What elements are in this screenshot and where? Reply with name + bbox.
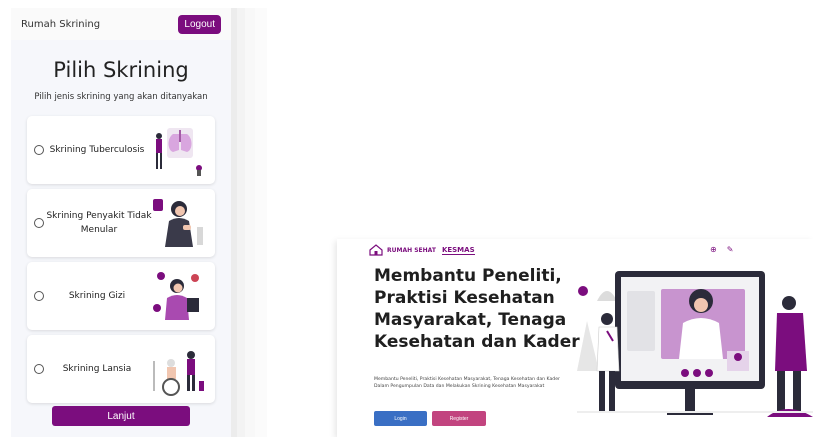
woman-food-illustration xyxy=(153,272,199,320)
hero-title: Membantu Peneliti, Praktisi Kesehatan Ma… xyxy=(374,266,580,352)
option-label: Skrining Penyakit Tidak Menular xyxy=(46,211,152,235)
nav-icons: ⊕ ✎ xyxy=(710,245,733,254)
option-card-tuberculosis[interactable]: Skrining Tuberculosis xyxy=(27,116,215,184)
mobile-topbar: Rumah Skrining Logout xyxy=(11,8,231,40)
desktop-navbar: RUMAH SEHAT KESMAS ⊕ ✎ xyxy=(337,239,813,261)
telehealth-illustration xyxy=(577,271,813,417)
lungs-doctor-illustration xyxy=(156,128,202,176)
option-card-ptm[interactable]: Skrining Penyakit Tidak Menular xyxy=(27,189,215,257)
hero-description: Membantu Peneliti, Praktisi Kesehatan Ma… xyxy=(374,377,560,389)
option-card-lansia[interactable]: Skrining Lansia xyxy=(27,335,215,403)
logout-button[interactable]: Logout xyxy=(178,14,221,34)
mobile-screen: Rumah Skrining Logout Pilih Skrining Pil… xyxy=(11,8,231,437)
login-button[interactable]: Login xyxy=(374,411,427,426)
elderly-illustration xyxy=(153,351,204,396)
brand-text: RUMAH SEHAT xyxy=(387,246,436,254)
house-icon xyxy=(369,244,383,256)
radio-button[interactable] xyxy=(34,145,44,155)
option-label: Skrining Gizi xyxy=(68,291,126,301)
page-title: Pilih Skrining xyxy=(53,58,189,82)
woman-sick-illustration xyxy=(153,199,203,247)
radio-button[interactable] xyxy=(34,291,44,301)
next-button[interactable]: Lanjut xyxy=(52,406,190,426)
desktop-screen: RUMAH SEHAT KESMAS ⊕ ✎ Membantu Peneliti… xyxy=(337,239,813,437)
app-name: Rumah Skrining xyxy=(21,18,101,30)
option-card-gizi[interactable]: Skrining Gizi xyxy=(27,262,215,330)
login-icon[interactable]: ⊕ xyxy=(710,245,717,254)
page-subtitle: Pilih jenis skrining yang akan ditanyaka… xyxy=(34,92,208,102)
radio-button[interactable] xyxy=(34,218,44,228)
brand-logo[interactable]: RUMAH SEHAT xyxy=(369,244,436,256)
kesmas-logo: KESMAS xyxy=(441,245,475,255)
edit-icon[interactable]: ✎ xyxy=(727,245,734,254)
radio-button[interactable] xyxy=(34,364,44,374)
option-label: Skrining Lansia xyxy=(62,364,132,374)
register-button[interactable]: Register xyxy=(432,411,486,426)
option-label: Skrining Tuberculosis xyxy=(49,145,145,155)
